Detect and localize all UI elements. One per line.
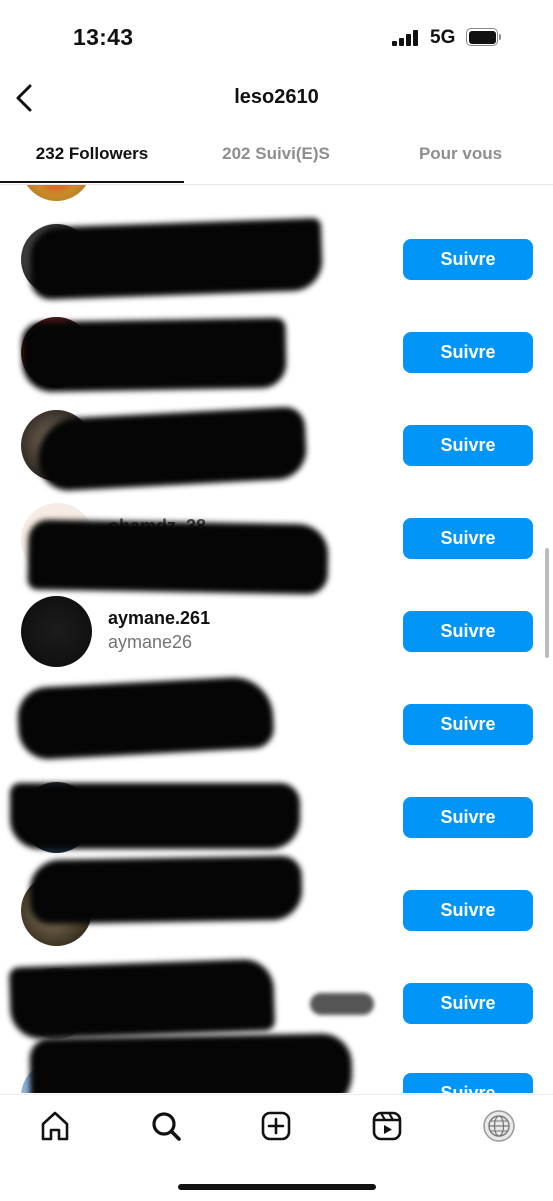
redaction-mark [29,1033,353,1093]
status-time: 13:43 [73,24,134,50]
list-item[interactable]: Suivre [0,306,553,399]
home-indicator[interactable] [178,1184,376,1190]
list-item[interactable]: Suivre [0,855,553,957]
follow-button[interactable]: Suivre [403,983,533,1024]
follow-button[interactable]: Suivre [403,518,533,559]
battery-icon [466,28,502,48]
tab-followers[interactable]: 232 Followers [0,144,184,164]
follow-button-label: Suivre [440,993,496,1013]
profile-header: leso2610 [0,72,553,124]
follow-button[interactable]: Suivre [403,1073,533,1093]
list-item[interactable]: Suivre [0,1033,553,1093]
avatar[interactable] [21,185,92,201]
list-item[interactable]: Suivre [0,399,553,492]
follow-button[interactable]: Suivre [403,239,533,280]
redaction-mark [16,675,275,761]
redaction-mark [36,406,308,492]
network-type: 5G [430,27,456,48]
home-icon[interactable] [38,1109,72,1143]
follow-button-label: Suivre [440,900,496,920]
list-item[interactable]: ohamdz_38 Suivre [0,492,553,595]
follow-button[interactable]: Suivre [403,425,533,466]
reels-icon[interactable] [370,1109,404,1143]
follow-button-label: Suivre [440,528,496,548]
follow-button[interactable]: Suivre [403,332,533,373]
follow-button-label: Suivre [440,1083,496,1093]
redaction-mark [8,958,276,1040]
tab-following[interactable]: 202 Suivi(E)S [184,144,368,164]
redaction-mark [29,855,303,925]
redaction-mark [28,217,324,301]
follow-button-label: Suivre [440,249,496,269]
active-tab-indicator [0,181,184,183]
tab-suggested[interactable]: Pour vous [368,144,553,164]
list-item[interactable]: Suivre [0,675,553,771]
redaction-mark [21,317,287,393]
list-item[interactable]: Suivre [0,771,553,864]
profile-avatar-icon[interactable] [482,1109,516,1143]
followers-list[interactable]: Suivre Suivre Suivre ohamdz_38 Suivre ay… [0,185,553,1093]
full-name: aymane26 [108,632,193,652]
follow-button[interactable]: Suivre [403,611,533,652]
redaction-mark [310,993,374,1015]
list-item[interactable]: Suivre [0,213,553,306]
follow-button-label: Suivre [440,807,496,827]
follow-button-label: Suivre [440,342,496,362]
page-title: leso2610 [234,86,319,108]
follow-button[interactable]: Suivre [403,797,533,838]
status-bar: 13:43 5G [0,0,553,70]
username[interactable]: aymane.261 [108,608,210,629]
create-post-icon[interactable] [259,1109,293,1143]
follow-button[interactable]: Suivre [403,890,533,931]
redaction-mark [10,783,300,849]
avatar[interactable] [21,596,92,667]
cellular-signal-icon [392,30,420,46]
redaction-mark [27,519,329,595]
scrollbar[interactable] [545,548,549,658]
follow-button[interactable]: Suivre [403,704,533,745]
search-icon[interactable] [149,1109,183,1143]
follow-button-label: Suivre [440,435,496,455]
list-item[interactable]: aymane.261 aymane26 Suivre [0,585,553,678]
follow-tabs: 232 Followers 202 Suivi(E)S Pour vous [0,130,553,185]
follow-button-label: Suivre [440,621,496,641]
follow-button-label: Suivre [440,714,496,734]
